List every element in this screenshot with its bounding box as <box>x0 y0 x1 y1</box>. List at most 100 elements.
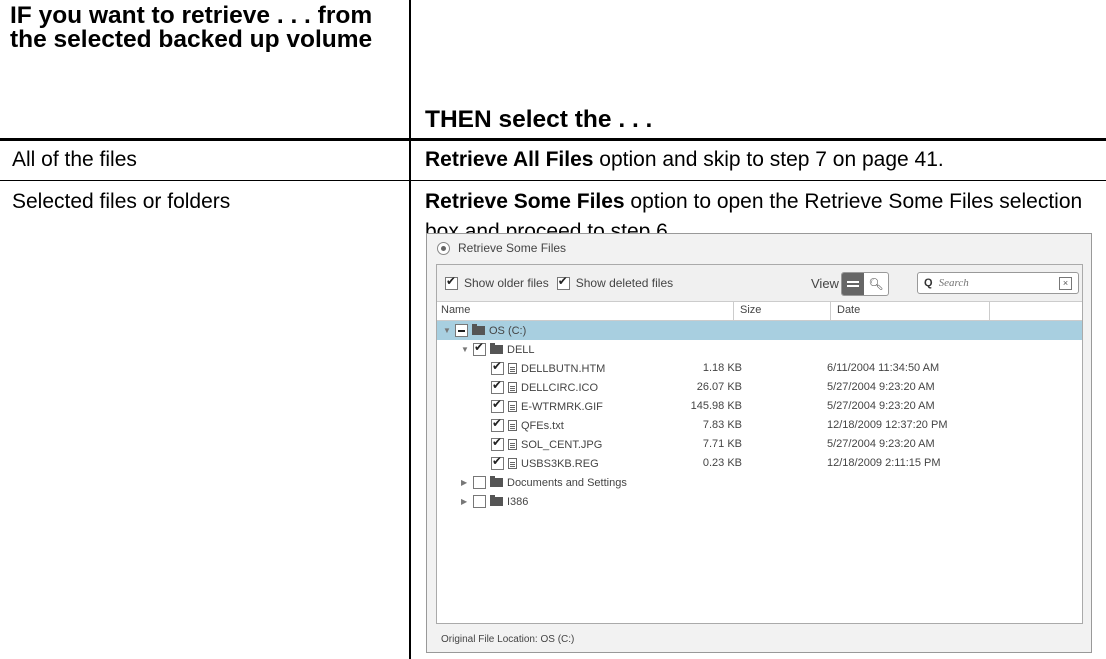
header-left-text: IF you want to retrieve . . . from the s… <box>10 2 373 53</box>
tree-row-size: 0.23 KB <box>702 457 742 469</box>
file-tree: ▼ OS (C:) ▼ DELL DELLBUTN.HTM 1.18 KB 6/11/200… <box>437 321 1082 511</box>
row1-right-bold: Retrieve All Files <box>425 148 594 171</box>
row2-left: Selected files or folders <box>12 190 231 213</box>
folder-icon <box>490 343 503 354</box>
tree-row[interactable]: ▶ Documents and Settings <box>437 473 1082 492</box>
search-icon: Q <box>924 277 933 289</box>
search-view-button[interactable]: 🔍︎ <box>864 273 888 295</box>
tree-row-date: 5/27/2004 9:23:20 AM <box>827 438 935 450</box>
file-browser: Show older files Show deleted files View… <box>436 264 1083 624</box>
expand-right-icon[interactable]: ▶ <box>461 478 469 487</box>
tree-row-name-cell: USBS3KB.REG <box>479 454 599 470</box>
column-separator[interactable] <box>989 302 990 320</box>
tree-row[interactable]: ▼ OS (C:) <box>437 321 1082 340</box>
view-toggle: 🔍︎ <box>841 272 889 296</box>
search-input[interactable] <box>936 276 1041 290</box>
tree-row-name-cell: SOL_CENT.JPG <box>479 435 603 451</box>
tree-row-date: 12/18/2009 12:37:20 PM <box>827 419 948 431</box>
show-deleted-checkbox[interactable] <box>556 274 570 290</box>
file-icon <box>508 420 517 431</box>
dialog-title-bar: Retrieve Some Files <box>427 234 1091 262</box>
show-older-option[interactable]: Show older files <box>445 274 549 290</box>
file-icon <box>508 439 517 450</box>
date-column-header[interactable]: Date <box>837 304 860 316</box>
row1-right-rest: option and skip to step 7 on page 41. <box>593 148 944 171</box>
show-older-label: Show older files <box>464 276 549 290</box>
tree-row-label: DELL <box>507 343 535 356</box>
tree-row-date: 5/27/2004 9:23:20 AM <box>827 400 935 412</box>
tree-row-label: QFEs.txt <box>521 419 564 432</box>
tree-row-size: 7.83 KB <box>702 419 742 431</box>
name-column-header[interactable]: Name <box>441 304 470 316</box>
tree-row-checkbox[interactable] <box>473 476 486 489</box>
tree-row[interactable]: SOL_CENT.JPG 7.71 KB 5/27/2004 9:23:20 AM <box>437 435 1082 454</box>
expand-down-icon[interactable]: ▼ <box>461 345 469 354</box>
tree-row-checkbox[interactable] <box>491 378 504 394</box>
view-label: View <box>811 276 839 291</box>
tree-row-label: E-WTRMRK.GIF <box>521 400 603 413</box>
tree-row-checkbox[interactable] <box>455 324 468 337</box>
row-divider <box>0 180 1106 181</box>
tree-row[interactable]: QFEs.txt 7.83 KB 12/18/2009 12:37:20 PM <box>437 416 1082 435</box>
tree-row-checkbox[interactable] <box>491 435 504 451</box>
row1-right: Retrieve All Files option and skip to st… <box>425 145 1100 175</box>
expand-right-icon[interactable]: ▶ <box>461 497 469 506</box>
clear-search-icon[interactable]: × <box>1059 277 1072 290</box>
tree-row-date: 12/18/2009 2:11:15 PM <box>827 457 941 469</box>
list-view-button[interactable] <box>842 273 864 295</box>
tree-row-name-cell: ▼ OS (C:) <box>443 324 526 337</box>
row1-left: All of the files <box>12 148 137 171</box>
tree-row-name-cell: ▶ Documents and Settings <box>461 476 627 489</box>
row2-right-bold: Retrieve Some Files <box>425 190 625 213</box>
show-deleted-label: Show deleted files <box>575 276 674 290</box>
tree-row-label: OS (C:) <box>489 324 527 337</box>
tree-row-name-cell: ▼ DELL <box>461 340 535 356</box>
tree-row-checkbox[interactable] <box>491 397 504 413</box>
size-column-header[interactable]: Size <box>740 304 761 316</box>
tree-row-size: 7.71 KB <box>702 438 742 450</box>
list-icon <box>847 281 859 283</box>
tree-row[interactable]: E-WTRMRK.GIF 145.98 KB 5/27/2004 9:23:20 A… <box>437 397 1082 416</box>
tree-row-date: 6/11/2004 11:34:50 AM <box>827 362 940 374</box>
tree-row-label: DELLBUTN.HTM <box>521 362 606 375</box>
column-separator[interactable] <box>733 302 734 320</box>
tree-row-checkbox[interactable] <box>491 416 504 432</box>
file-icon <box>508 363 517 374</box>
tree-row-checkbox[interactable] <box>491 454 504 470</box>
file-icon <box>508 401 517 412</box>
header-divider <box>0 138 1106 141</box>
tree-row[interactable]: USBS3KB.REG 0.23 KB 12/18/2009 2:11:15 PM <box>437 454 1082 473</box>
expand-down-icon[interactable]: ▼ <box>443 326 451 335</box>
tree-row-name-cell: ▶ I386 <box>461 495 528 508</box>
tree-row-label: I386 <box>507 495 529 508</box>
tree-row-name-cell: DELLCIRC.ICO <box>479 378 599 394</box>
header-right-text: THEN select the . . . <box>425 106 653 133</box>
tree-row-checkbox[interactable] <box>473 340 486 356</box>
dialog-title: Retrieve Some Files <box>458 241 567 255</box>
tree-row-label: SOL_CENT.JPG <box>521 438 603 451</box>
tree-row[interactable]: DELLCIRC.ICO 26.07 KB 5/27/2004 9:23:20 AM <box>437 378 1082 397</box>
column-separator[interactable] <box>830 302 831 320</box>
tree-row-label: DELLCIRC.ICO <box>521 381 599 394</box>
browser-toolbar: Show older files Show deleted files View… <box>437 265 1082 302</box>
tree-row-size: 145.98 KB <box>690 400 742 412</box>
original-location-text: Original File Location: OS (C:) <box>441 633 575 645</box>
tree-row-checkbox[interactable] <box>491 359 504 375</box>
tree-row-date: 5/27/2004 9:23:20 AM <box>827 381 935 393</box>
show-deleted-option[interactable]: Show deleted files <box>556 274 674 290</box>
tree-row-label: USBS3KB.REG <box>521 457 599 470</box>
tree-row[interactable]: ▶ I386 <box>437 492 1082 511</box>
tree-row[interactable]: ▼ DELL <box>437 340 1082 359</box>
tree-row-name-cell: E-WTRMRK.GIF <box>479 397 603 413</box>
retrieve-some-radio[interactable] <box>437 241 450 255</box>
tree-row[interactable]: DELLBUTN.HTM 1.18 KB 6/11/2004 11:34:50 AM <box>437 359 1082 378</box>
tree-row-label: Documents and Settings <box>507 476 627 489</box>
document-table: IF you want to retrieve . . . from the s… <box>0 0 1106 659</box>
header-left-cell: IF you want to retrieve . . . from the s… <box>0 0 410 138</box>
magnifier-icon: 🔍︎ <box>868 277 884 291</box>
column-header-row: Name Size Date <box>437 302 1082 321</box>
tree-row-name-cell: QFEs.txt <box>479 416 564 432</box>
tree-row-size: 1.18 KB <box>702 362 742 374</box>
tree-row-checkbox[interactable] <box>473 495 486 508</box>
show-older-checkbox[interactable] <box>445 274 458 290</box>
